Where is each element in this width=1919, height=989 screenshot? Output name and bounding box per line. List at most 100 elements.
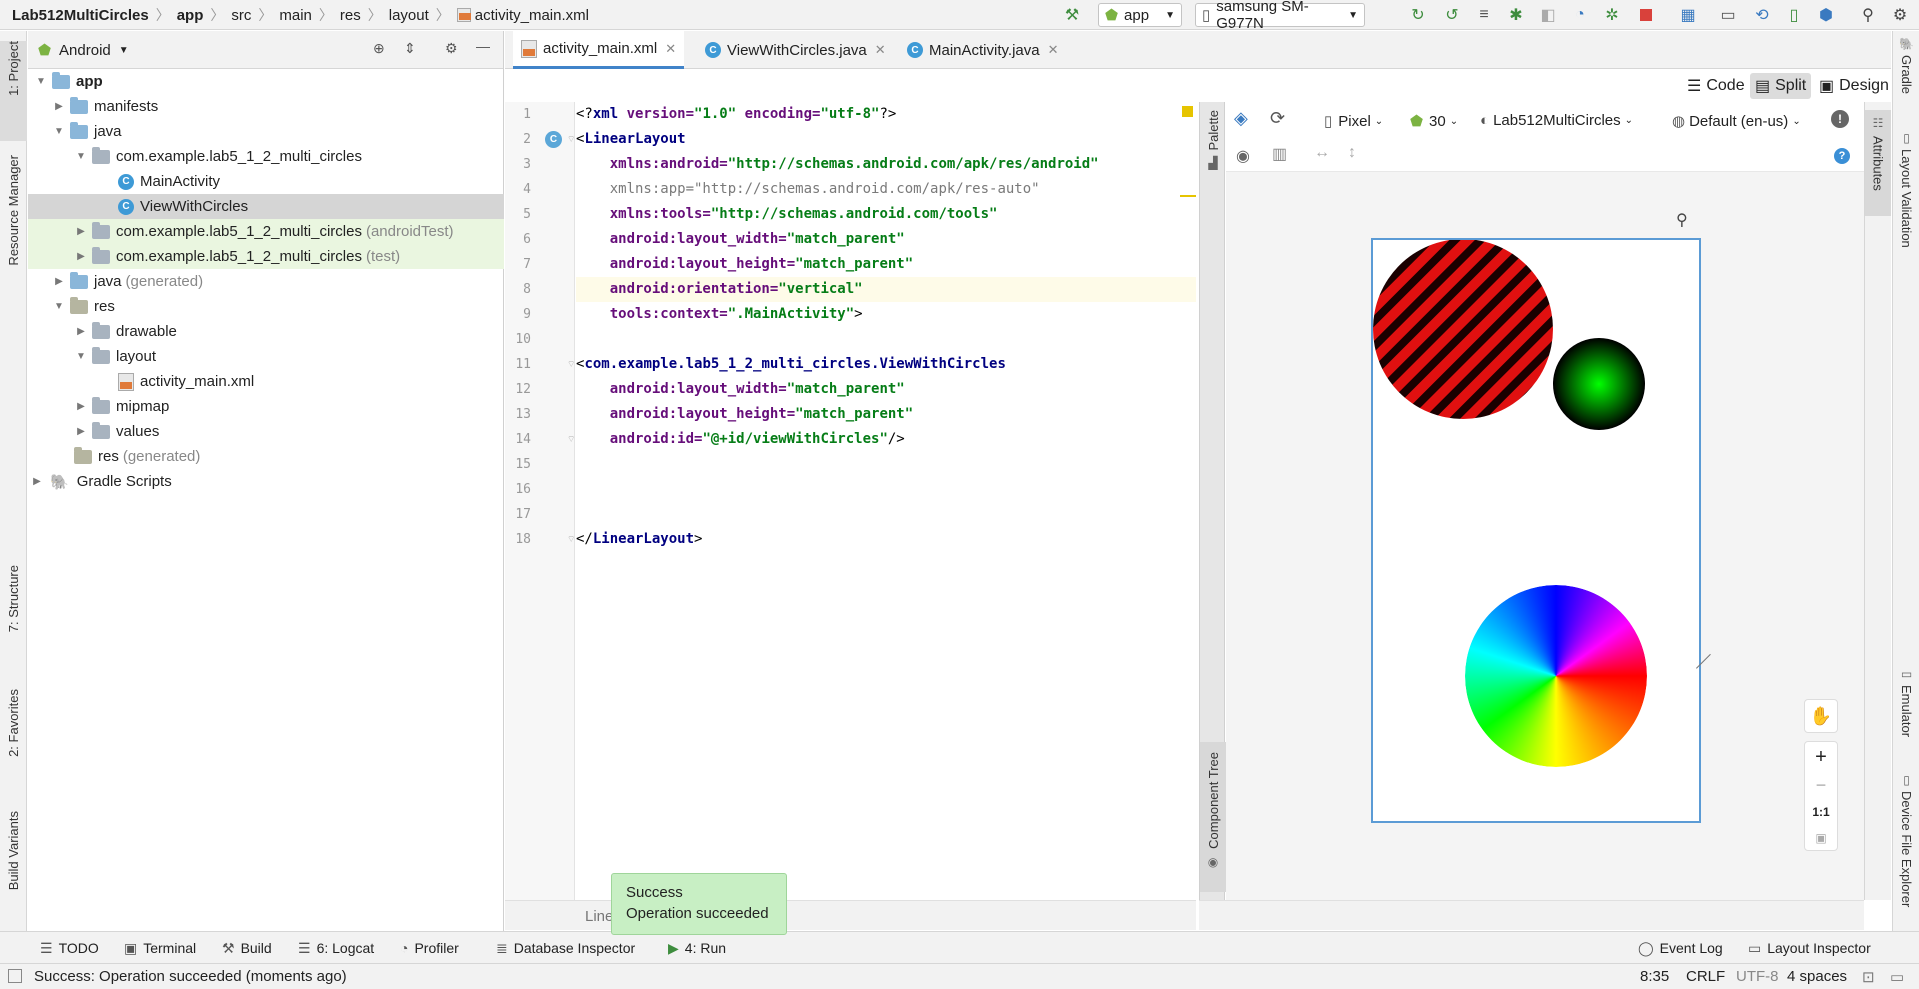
tab-layout-validation[interactable]: ▯ Layout Validation <box>1893 131 1919 301</box>
code-line[interactable]: <LinearLayout <box>576 127 686 152</box>
locate-icon[interactable]: ⊕ <box>373 40 385 57</box>
tab-palette[interactable]: Palette ▟ <box>1200 110 1226 210</box>
apply-code-changes-icon[interactable]: ≡ <box>1472 3 1496 27</box>
tool-todo[interactable]: ☰ TODO <box>40 932 99 964</box>
code-line[interactable]: tools:context=".MainActivity"> <box>576 302 863 327</box>
tree-item-mipmap[interactable]: ▶ mipmap <box>28 394 504 419</box>
tab-resource-manager[interactable]: Resource Manager <box>0 155 27 325</box>
orientation-icon[interactable]: ⟳ <box>1270 108 1285 129</box>
caret-position[interactable]: 8:35 <box>1640 968 1669 985</box>
tree-item-package[interactable]: ▼ com.example.lab5_1_2_multi_circles <box>28 144 504 169</box>
tool-event-log[interactable]: ◯ Event Log <box>1638 932 1723 964</box>
class-gutter-icon[interactable]: C <box>545 131 562 148</box>
code-line[interactable]: xmlns:app="http://schemas.android.com/ap… <box>576 177 1040 202</box>
project-view-select[interactable]: ⬟ Android ▼ <box>38 38 129 62</box>
code-line[interactable]: android:id="@+id/viewWithCircles"/> <box>576 427 905 452</box>
eye-icon[interactable]: ◉ <box>1236 146 1250 166</box>
indent-setting[interactable]: 4 spaces <box>1787 968 1847 985</box>
memory-indicator-icon[interactable]: ▭ <box>1890 968 1904 986</box>
line-separator[interactable]: CRLF <box>1686 968 1725 985</box>
tool-database-inspector[interactable]: ≣ Database Inspector <box>496 932 635 964</box>
vertical-resize-icon[interactable]: ↕ <box>1348 144 1356 162</box>
locale-select[interactable]: ◍ Default (en-us) ⌄ <box>1672 112 1801 131</box>
expand-arrow-icon[interactable]: ▼ <box>74 151 88 162</box>
design-canvas[interactable]: ⚲ ✋ + − 1:1 ▣ <box>1226 172 1864 900</box>
apply-changes-icon[interactable]: ↺ <box>1440 3 1464 27</box>
warning-marker-icon[interactable] <box>1182 106 1193 117</box>
tool-logcat[interactable]: ☰ 6: Logcat <box>298 932 374 964</box>
code-line[interactable]: android:layout_width="match_parent" <box>576 377 905 402</box>
hammer-icon[interactable]: ⚒ <box>1060 3 1084 27</box>
code-editor[interactable]: <?xml version="1.0" encoding="utf-8"?> <L… <box>576 102 1196 900</box>
horizontal-resize-icon[interactable]: ↔ <box>1314 144 1330 162</box>
tab-favorites[interactable]: 2: Favorites <box>0 689 27 789</box>
search-icon[interactable]: ⚲ <box>1856 3 1880 27</box>
breadcrumb-res[interactable]: res <box>340 7 361 24</box>
tool-terminal[interactable]: ▣ Terminal <box>124 932 196 964</box>
profile-icon[interactable]: ◔ <box>1568 3 1592 27</box>
collapse-arrow-icon[interactable]: ▶ <box>74 326 88 337</box>
blueprint-icon[interactable]: ▥ <box>1272 144 1287 164</box>
split-mode-button[interactable]: ▤ Split <box>1750 73 1812 99</box>
tab-viewwithcircles-java[interactable]: C ViewWithCircles.java ✕ <box>697 31 894 69</box>
breadcrumb-layout[interactable]: layout <box>389 7 429 24</box>
tab-project[interactable]: 1: Project <box>0 41 27 141</box>
lock-icon[interactable]: ⊡ <box>1862 968 1875 986</box>
run-config-select[interactable]: ⬟ app ▼ <box>1098 3 1182 27</box>
expand-arrow-icon[interactable]: ▼ <box>74 351 88 362</box>
sync-gradle-icon[interactable]: ⟲ <box>1750 3 1774 27</box>
tree-item-java[interactable]: ▼ java <box>28 119 504 144</box>
code-line[interactable]: xmlns:android="http://schemas.android.co… <box>576 152 1099 177</box>
close-icon[interactable]: ✕ <box>875 42 886 58</box>
gear-icon[interactable]: ⚙ <box>445 40 458 57</box>
tab-component-tree[interactable]: Component Tree ◉ <box>1200 742 1226 892</box>
zoom-out-button[interactable]: − <box>1805 772 1837 798</box>
tool-run[interactable]: ▶ 4: Run <box>668 932 726 964</box>
status-message[interactable]: Success: Operation succeeded (moments ag… <box>34 968 347 985</box>
code-line[interactable]: xmlns:tools="http://schemas.android.com/… <box>576 202 998 227</box>
expand-arrow-icon[interactable]: ▼ <box>34 76 48 87</box>
tree-item-res[interactable]: ▼ res <box>28 294 504 319</box>
tree-item-values[interactable]: ▶ values <box>28 419 504 444</box>
rerun-icon[interactable]: ↻ <box>1406 3 1430 27</box>
tab-attributes[interactable]: ☷ Attributes <box>1865 110 1891 216</box>
code-line[interactable]: android:layout_width="match_parent" <box>576 227 905 252</box>
code-line[interactable]: android:layout_height="match_parent" <box>576 252 913 277</box>
debug-icon[interactable]: ✱ <box>1504 3 1528 27</box>
api-level-select[interactable]: ⬟ 30 ⌄ <box>1410 112 1458 131</box>
tab-activity-main-xml[interactable]: activity_main.xml ✕ <box>513 31 685 69</box>
tool-layout-inspector[interactable]: ▭ Layout Inspector <box>1748 932 1871 964</box>
breadcrumb-module[interactable]: app <box>177 7 204 24</box>
avd-manager-icon[interactable]: ▯ <box>1782 3 1806 27</box>
collapse-arrow-icon[interactable]: ▶ <box>74 251 88 262</box>
tree-item-manifests[interactable]: ▶ manifests <box>28 94 504 119</box>
tab-build-variants[interactable]: Build Variants <box>0 811 27 931</box>
collapse-arrow-icon[interactable]: ▶ <box>74 401 88 412</box>
fold-icon[interactable]: ⌔ <box>567 359 575 370</box>
collapse-arrow-icon[interactable]: ▶ <box>74 426 88 437</box>
fold-icon[interactable]: ⌔ <box>567 434 575 445</box>
toggle-tool-windows-icon[interactable] <box>8 969 22 983</box>
attach-debugger-icon[interactable]: ◧ <box>1536 3 1560 27</box>
device-preview[interactable] <box>1371 238 1701 823</box>
expand-arrow-icon[interactable]: ▼ <box>52 126 66 137</box>
tab-structure[interactable]: 7: Structure <box>0 565 27 685</box>
tree-item-layout[interactable]: ▼ layout <box>28 344 504 369</box>
tree-item-app[interactable]: ▼ app <box>28 69 504 94</box>
minimize-icon[interactable]: — <box>476 38 490 54</box>
breadcrumb-project[interactable]: Lab512MultiCircles <box>12 7 149 24</box>
tree-item-activity-main-xml[interactable]: activity_main.xml <box>28 369 504 394</box>
layers-icon[interactable]: ◈ <box>1234 108 1248 129</box>
pan-button[interactable]: ✋ <box>1804 699 1838 733</box>
zoom-fit-icon[interactable]: ▣ <box>1805 826 1837 850</box>
expand-arrow-icon[interactable]: ▼ <box>52 301 66 312</box>
breadcrumb-src[interactable]: src <box>231 7 251 24</box>
success-notification[interactable]: Success Operation succeeded <box>611 873 787 935</box>
tool-profiler[interactable]: ◔ Profiler <box>400 932 459 964</box>
collapse-arrow-icon[interactable]: ▶ <box>52 101 66 112</box>
tab-emulator[interactable]: ▭ Emulator <box>1893 667 1919 767</box>
warning-icon[interactable]: ! <box>1831 110 1849 128</box>
tool-build[interactable]: ⚒ Build <box>222 932 272 964</box>
theme-select[interactable]: ◐ Lab512MultiCircles ⌄ <box>1480 112 1633 129</box>
tree-item-gradle-scripts[interactable]: ▶ 🐘 Gradle Scripts <box>28 469 504 494</box>
